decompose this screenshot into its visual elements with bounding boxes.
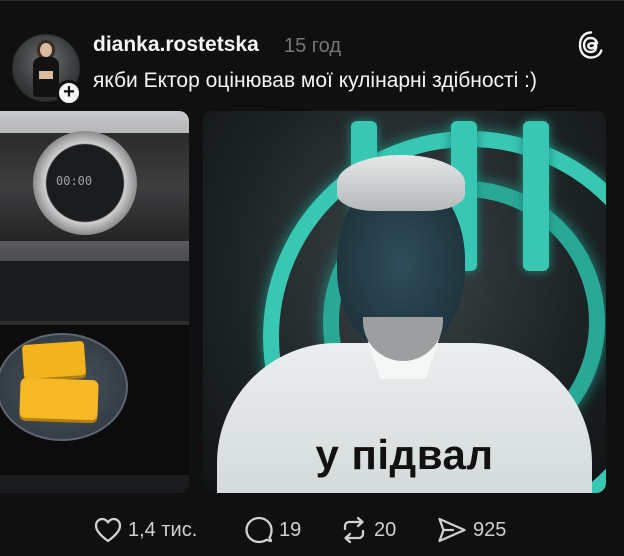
- cheese-toast-bottom: [19, 377, 99, 421]
- comment-bubble-icon: [245, 516, 273, 544]
- chef-hair: [337, 155, 465, 211]
- avatar-midriff: [39, 71, 53, 79]
- heart-icon: [94, 517, 122, 543]
- repost-button[interactable]: 20: [340, 516, 396, 544]
- logo-bar-right: [523, 121, 549, 271]
- follow-plus-button[interactable]: +: [56, 80, 82, 106]
- cheese-toast-top: [21, 340, 87, 380]
- send-icon: [438, 517, 466, 543]
- repost-icon: [343, 516, 365, 544]
- comment-count: 19: [279, 518, 302, 541]
- oven-photo[interactable]: 00:00: [0, 111, 189, 493]
- username[interactable]: dianka.rostetska: [93, 33, 259, 57]
- repost-count: 20: [374, 518, 397, 541]
- oven-display: 00:00: [56, 174, 93, 188]
- share-count: 925: [473, 518, 507, 541]
- meme-caption: у підвал: [315, 431, 494, 478]
- like-button[interactable]: 1,4 тис.: [94, 516, 197, 544]
- comment-button[interactable]: 19: [245, 516, 301, 544]
- like-count: 1,4 тис.: [128, 518, 198, 541]
- threads-icon[interactable]: [578, 31, 604, 59]
- post-caption: якби Ектор оцінював мої кулінарні здібно…: [93, 69, 537, 92]
- meme-photo[interactable]: у підвал: [203, 111, 606, 493]
- post-time: 15 год: [284, 35, 342, 57]
- avatar-face: [40, 43, 52, 57]
- top-divider: [0, 0, 624, 1]
- share-button[interactable]: 925: [437, 516, 506, 544]
